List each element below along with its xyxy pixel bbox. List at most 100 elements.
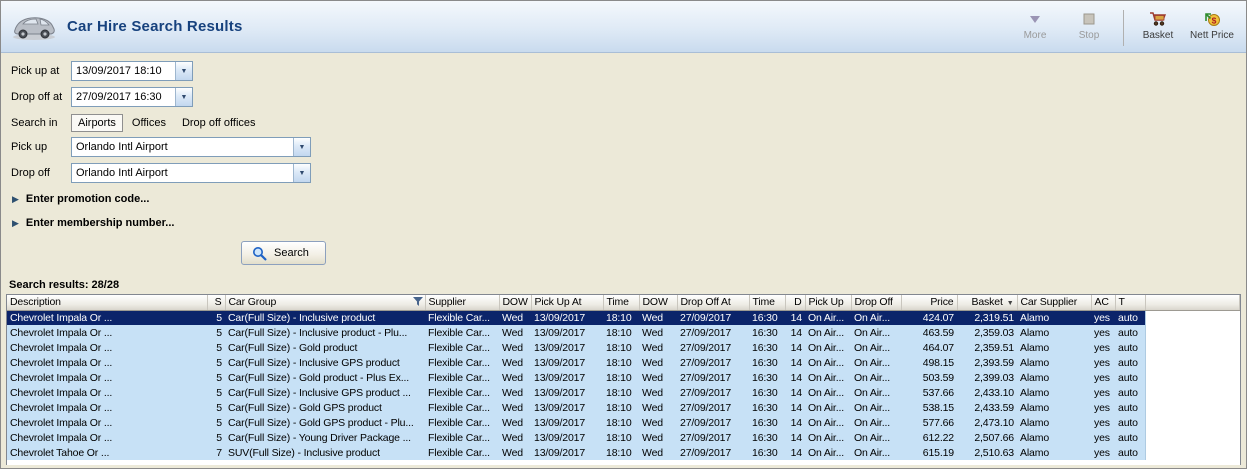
column-header-dow[interactable]: DOW: [499, 295, 532, 311]
table-row[interactable]: Chevrolet Impala Or ... 5 Car(Full Size) -…: [7, 325, 1240, 340]
table-cell: On Air...: [851, 325, 901, 340]
column-header-drop-off[interactable]: Drop Off: [851, 295, 902, 311]
column-header-car-group[interactable]: Car Group: [225, 295, 426, 311]
table-cell: auto: [1115, 370, 1145, 385]
search-in-tabs: Airports Offices Drop off offices: [71, 114, 263, 132]
table-cell: 13/09/2017: [531, 415, 603, 430]
table-cell: yes: [1091, 385, 1115, 400]
table-cell: 27/09/2017: [677, 310, 749, 325]
column-header-car-supplier[interactable]: Car Supplier: [1017, 295, 1092, 311]
table-cell: yes: [1091, 340, 1115, 355]
table-row[interactable]: Chevrolet Impala Or ... 5 Car(Full Size) -…: [7, 370, 1240, 385]
dropoff-location-combobox[interactable]: Orlando Intl Airport ▼: [71, 163, 311, 183]
column-header-basket[interactable]: Basket ▼: [957, 295, 1018, 311]
table-cell: auto: [1115, 415, 1145, 430]
table-cell: On Air...: [805, 400, 851, 415]
table-cell: Wed: [639, 325, 677, 340]
pickup-at-combobox[interactable]: 13/09/2017 18:10 ▼: [71, 61, 193, 81]
table-cell: 503.59: [901, 370, 957, 385]
pickup-location-combobox[interactable]: Orlando Intl Airport ▼: [71, 137, 311, 157]
table-cell: 18:10: [603, 325, 639, 340]
nett-price-button[interactable]: $ Nett Price: [1190, 8, 1234, 41]
column-header-time[interactable]: Time: [749, 295, 786, 311]
more-icon: [1028, 10, 1042, 28]
stop-icon: [1083, 10, 1095, 28]
column-header-description[interactable]: Description: [7, 295, 208, 311]
table-cell: On Air...: [805, 370, 851, 385]
tab-drop-off-offices[interactable]: Drop off offices: [175, 114, 263, 132]
table-cell: 13/09/2017: [531, 445, 603, 460]
promotion-code-expander[interactable]: ▶ Enter promotion code...: [12, 191, 1246, 207]
table-cell: SUV(Full Size) - Inclusive product: [225, 445, 425, 460]
column-header-s[interactable]: S: [207, 295, 226, 311]
table-row[interactable]: Chevrolet Impala Or ... 5 Car(Full Size) -…: [7, 355, 1240, 370]
table-cell: auto: [1115, 445, 1145, 460]
table-cell: 27/09/2017: [677, 430, 749, 445]
expand-arrow-icon: ▶: [12, 193, 19, 204]
pickup-at-label: Pick up at: [11, 65, 60, 77]
column-header-d[interactable]: D: [785, 295, 806, 311]
table-cell: Wed: [639, 385, 677, 400]
table-cell: 16:30: [749, 340, 785, 355]
stop-button[interactable]: Stop: [1067, 8, 1111, 41]
page-title: Car Hire Search Results: [67, 18, 243, 35]
column-header-label: Time: [606, 296, 629, 309]
table-cell: Flexible Car...: [425, 400, 499, 415]
column-header-label: S: [214, 296, 222, 309]
table-cell: 5: [207, 325, 225, 340]
column-header-pick-up[interactable]: Pick Up: [805, 295, 852, 311]
table-cell: 2,319.51: [957, 310, 1017, 325]
table-row[interactable]: Chevrolet Impala Or ... 5 Car(Full Size) -…: [7, 385, 1240, 400]
table-row[interactable]: Chevrolet Impala Or ... 5 Car(Full Size) -…: [7, 430, 1240, 445]
table-row[interactable]: Chevrolet Impala Or ... 5 Car(Full Size) -…: [7, 340, 1240, 355]
table-cell: On Air...: [805, 355, 851, 370]
more-button[interactable]: More: [1013, 8, 1057, 41]
table-cell: 14: [785, 400, 805, 415]
table-cell: On Air...: [805, 385, 851, 400]
table-row[interactable]: Chevrolet Impala Or ... 5 Car(Full Size) -…: [7, 310, 1240, 325]
table-row[interactable]: Chevrolet Impala Or ... 5 Car(Full Size) -…: [7, 415, 1240, 430]
table-cell: 2,510.63: [957, 445, 1017, 460]
column-header-label: AC: [1094, 296, 1109, 309]
table-cell: yes: [1091, 310, 1115, 325]
membership-number-expander[interactable]: ▶ Enter membership number...: [12, 215, 1246, 231]
car-logo-icon: [11, 13, 57, 41]
column-header-supplier[interactable]: Supplier: [425, 295, 500, 311]
table-cell: 13/09/2017: [531, 400, 603, 415]
column-header-time[interactable]: Time: [603, 295, 640, 311]
table-cell: Wed: [499, 385, 531, 400]
table-row[interactable]: Chevrolet Impala Or ... 5 Car(Full Size) -…: [7, 400, 1240, 415]
dropdown-arrow-icon[interactable]: ▼: [175, 62, 192, 80]
column-header-drop-off-at[interactable]: Drop Off At: [677, 295, 750, 311]
results-grid: Description S Car Group Supplier DOW Pick Up …: [6, 294, 1241, 465]
column-header-ac[interactable]: AC: [1091, 295, 1116, 311]
table-cell: Chevrolet Impala Or ...: [7, 430, 207, 445]
table-cell: 18:10: [603, 430, 639, 445]
dropdown-arrow-icon[interactable]: ▼: [293, 164, 310, 182]
basket-button[interactable]: Basket: [1136, 8, 1180, 41]
column-header-t[interactable]: T: [1115, 295, 1146, 311]
pickup-location-value: Orlando Intl Airport: [76, 141, 168, 153]
dropoff-location-value: Orlando Intl Airport: [76, 167, 168, 179]
table-row[interactable]: Chevrolet Tahoe Or ... 7 SUV(Full Size) - …: [7, 445, 1240, 460]
table-cell: 2,473.10: [957, 415, 1017, 430]
table-cell: Chevrolet Impala Or ...: [7, 415, 207, 430]
filter-icon[interactable]: [412, 297, 423, 309]
search-button[interactable]: Search: [241, 241, 326, 265]
dropdown-arrow-icon[interactable]: ▼: [293, 138, 310, 156]
column-header-price[interactable]: Price: [901, 295, 958, 311]
table-cell: Wed: [499, 430, 531, 445]
table-cell: 13/09/2017: [531, 430, 603, 445]
dropoff-at-row: Drop off at 27/09/2017 16:30 ▼: [11, 87, 1246, 107]
column-header-dow[interactable]: DOW: [639, 295, 678, 311]
tab-offices[interactable]: Offices: [125, 114, 173, 132]
table-cell: Flexible Car...: [425, 445, 499, 460]
table-cell: Wed: [639, 340, 677, 355]
column-header-pick-up-at[interactable]: Pick Up At: [531, 295, 604, 311]
dropdown-arrow-icon[interactable]: ▼: [175, 88, 192, 106]
table-cell: Chevrolet Impala Or ...: [7, 400, 207, 415]
table-cell: 18:10: [603, 370, 639, 385]
tab-airports[interactable]: Airports: [71, 114, 123, 132]
dropoff-at-combobox[interactable]: 27/09/2017 16:30 ▼: [71, 87, 193, 107]
column-header-label: Description: [10, 296, 61, 309]
